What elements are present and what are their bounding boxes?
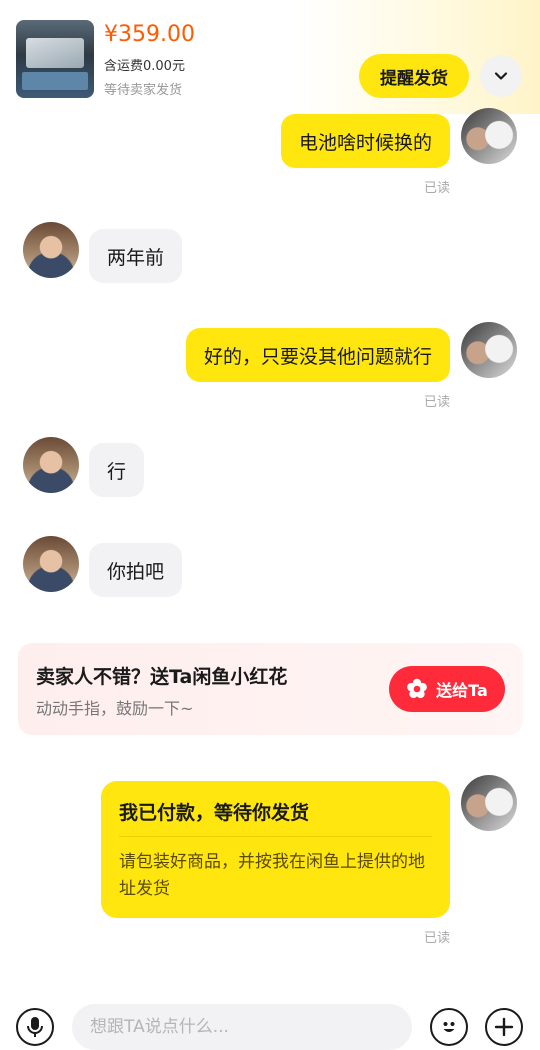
message-input[interactable] xyxy=(72,1004,412,1050)
payment-status-card[interactable]: 我已付款，等待你发货 请包装好商品，并按我在闲鱼上提供的地址发货 xyxy=(101,781,450,918)
read-receipt: 已读 xyxy=(424,931,451,946)
seller-avatar[interactable] xyxy=(23,222,79,278)
product-thumbnail[interactable] xyxy=(16,20,94,98)
input-bar xyxy=(0,990,540,1050)
order-status: 等待卖家发货 xyxy=(104,83,183,98)
order-header: ¥359.00 含运费0.00元 等待卖家发货 提醒发货 xyxy=(0,0,540,114)
flower-card-title: 卖家人不错？送Ta闲鱼小红花 xyxy=(36,666,288,688)
flower-card-subtitle: 动动手指，鼓励一下~ xyxy=(36,699,194,718)
payment-card-body: 请包装好商品，并按我在闲鱼上提供的地址发货 xyxy=(119,852,425,899)
read-receipt: 已读 xyxy=(424,395,451,410)
my-avatar[interactable] xyxy=(461,775,517,831)
my-avatar[interactable] xyxy=(461,108,517,164)
microphone-icon xyxy=(27,1017,43,1037)
flower-icon xyxy=(407,678,428,699)
message-bubble-seller[interactable]: 你拍吧 xyxy=(89,543,183,597)
shipping-fee: 含运费0.00元 xyxy=(104,59,185,74)
payment-card-title: 我已付款，等待你发货 xyxy=(119,802,310,824)
plus-icon xyxy=(494,1017,514,1037)
emoji-button[interactable] xyxy=(430,1008,468,1046)
message-bubble-seller[interactable]: 行 xyxy=(89,443,145,497)
expand-button[interactable] xyxy=(480,55,522,97)
order-price: ¥359.00 xyxy=(104,22,195,47)
divider xyxy=(119,836,432,837)
read-receipt: 已读 xyxy=(424,181,451,196)
seller-avatar[interactable] xyxy=(23,536,79,592)
message-bubble-seller[interactable]: 两年前 xyxy=(89,229,183,283)
seller-avatar[interactable] xyxy=(23,437,79,493)
thumbnail-detail xyxy=(22,72,88,90)
send-flower-label: 送给Ta xyxy=(436,681,488,700)
message-bubble-mine[interactable]: 好的，只要没其他问题就行 xyxy=(185,328,450,382)
flower-card: 卖家人不错？送Ta闲鱼小红花 动动手指，鼓励一下~ 送给Ta xyxy=(18,643,523,735)
voice-button[interactable] xyxy=(16,1008,54,1046)
emoji-icon xyxy=(443,1022,455,1032)
send-flower-button[interactable]: 送给Ta xyxy=(389,666,505,712)
thumbnail-detail xyxy=(26,38,84,68)
message-bubble-mine[interactable]: 电池啥时候换的 xyxy=(280,114,450,168)
more-button[interactable] xyxy=(485,1008,523,1046)
chevron-down-icon xyxy=(494,72,508,80)
remind-ship-button[interactable]: 提醒发货 xyxy=(359,54,469,98)
my-avatar[interactable] xyxy=(461,322,517,378)
